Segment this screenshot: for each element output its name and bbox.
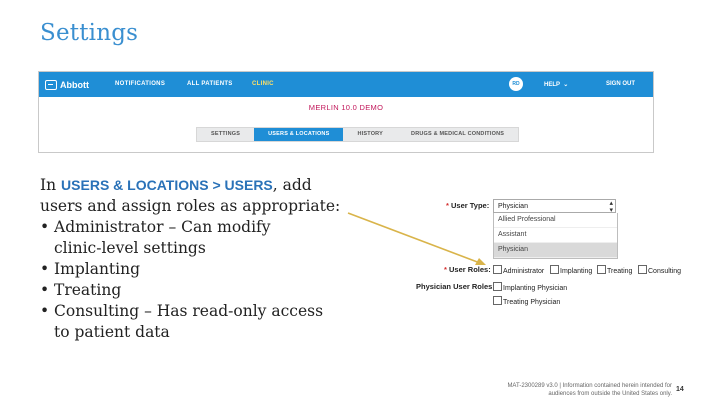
- user-type-label: * User Type:: [446, 201, 489, 210]
- user-type-options: Allied Professional Assistant Physician: [493, 213, 618, 259]
- footer-disclaimer: MAT-2300289 v3.0 | Information contained…: [460, 382, 672, 398]
- checkbox-icon: [493, 265, 502, 274]
- user-roles-label: * User Roles:: [444, 265, 491, 274]
- user-type-select[interactable]: Physician ▴ ▾: [493, 199, 616, 214]
- user-form: * User Type: Physician ▴ ▾ Allied Profess…: [412, 196, 697, 311]
- role-label: Implanting: [560, 268, 593, 275]
- user-type-label-text: User Type:: [451, 201, 490, 210]
- option-assistant[interactable]: Assistant: [494, 228, 617, 243]
- role-label: Administrator: [503, 268, 545, 275]
- page-number: 14: [676, 386, 684, 393]
- role-label: Consulting: [648, 268, 682, 275]
- role-label: Treating Physician: [503, 299, 561, 306]
- checkbox-icon: [493, 282, 502, 291]
- role-treating[interactable]: Treating: [597, 265, 632, 275]
- required-mark: *: [446, 201, 449, 210]
- user-roles-label-text: User Roles:: [449, 265, 491, 274]
- option-allied-professional[interactable]: Allied Professional: [494, 213, 617, 228]
- role-consulting[interactable]: Consulting: [638, 265, 681, 275]
- checkbox-icon: [550, 265, 559, 274]
- role-administrator[interactable]: Administrator: [493, 265, 544, 275]
- checkbox-icon: [638, 265, 647, 274]
- select-arrows-icon: ▴ ▾: [609, 200, 613, 214]
- option-physician[interactable]: Physician: [494, 243, 617, 258]
- required-mark: *: [444, 265, 447, 274]
- footer-line-2: audiences from outside the United States…: [548, 391, 672, 397]
- physician-roles-label: Physician User Roles:: [416, 282, 495, 291]
- role-implanting-physician[interactable]: Implanting Physician: [493, 282, 567, 292]
- role-label: Treating: [607, 268, 633, 275]
- role-label: Implanting Physician: [503, 285, 568, 292]
- checkbox-icon: [597, 265, 606, 274]
- checkbox-icon: [493, 296, 502, 305]
- user-type-value: Physician: [498, 203, 528, 210]
- footer-line-1: MAT-2300289 v3.0 | Information contained…: [507, 383, 672, 389]
- role-treating-physician[interactable]: Treating Physician: [493, 296, 560, 306]
- role-implanting[interactable]: Implanting: [550, 265, 592, 275]
